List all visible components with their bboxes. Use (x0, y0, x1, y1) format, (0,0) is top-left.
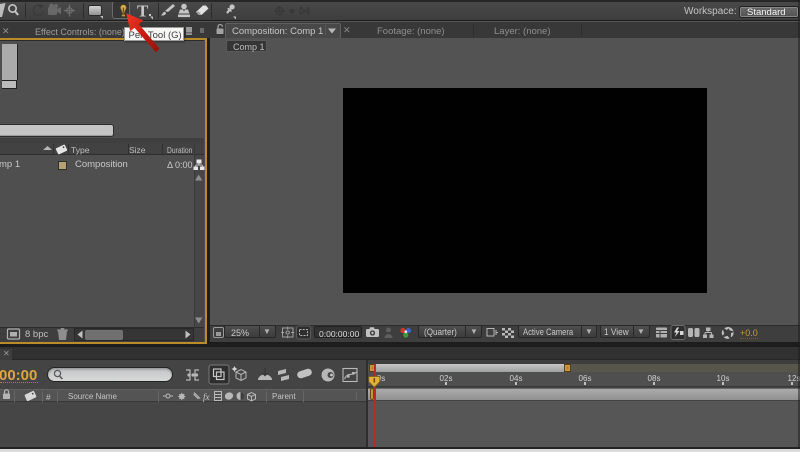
svg-text:fx: fx (203, 392, 210, 402)
